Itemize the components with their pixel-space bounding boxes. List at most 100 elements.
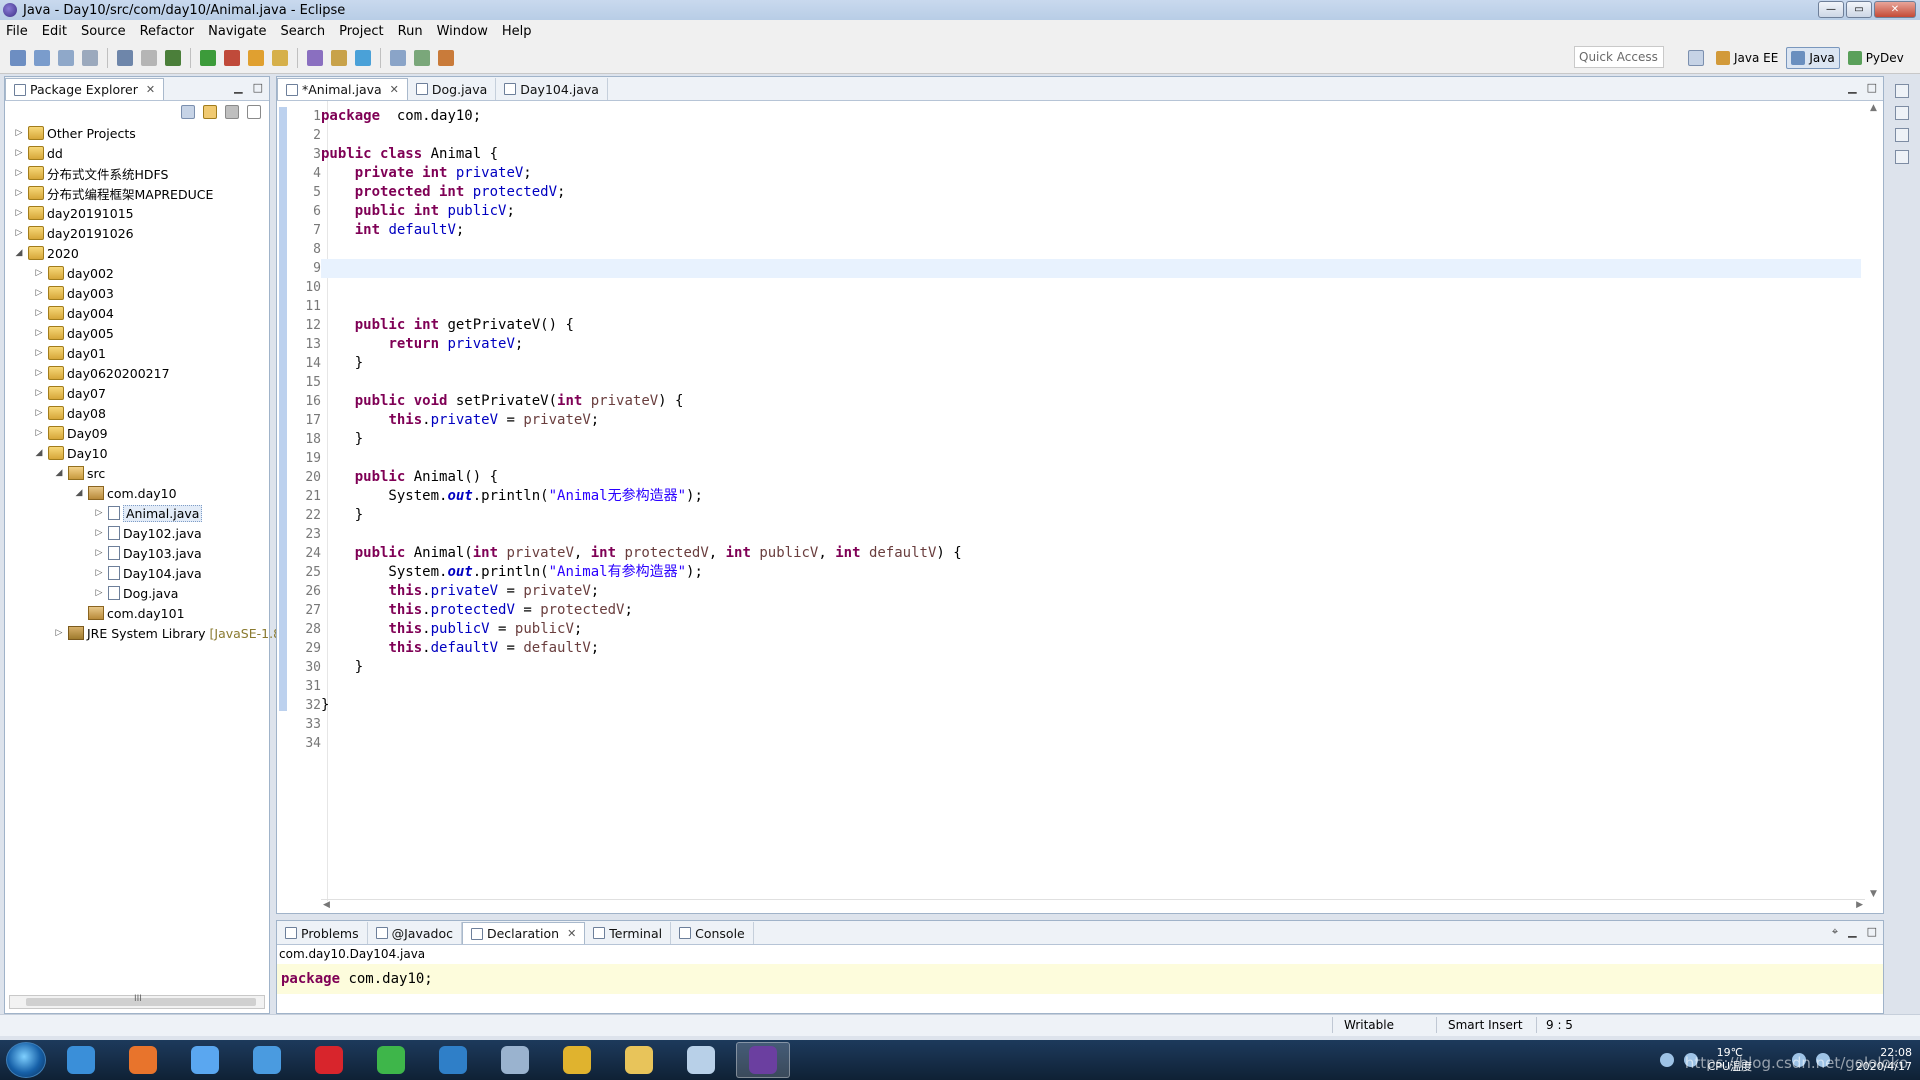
task-list-icon[interactable] (1895, 150, 1909, 164)
tree-item[interactable]: ▷ day01 (5, 343, 106, 363)
expand-arrow-icon[interactable]: ▷ (93, 528, 105, 538)
tree-item[interactable]: ▷ Dog.java (5, 583, 179, 603)
open-perspective-icon[interactable] (1688, 50, 1704, 66)
tree-item[interactable]: ▷ day20191026 (5, 223, 134, 243)
minimize-view-icon[interactable]: ▁ (1848, 925, 1856, 939)
taskbar-baidu-netdisk[interactable] (178, 1042, 232, 1078)
tree-item[interactable]: ▷ Day09 (5, 423, 108, 443)
tab-animal-java[interactable]: *Animal.java ✕ (277, 78, 408, 100)
code-line[interactable]: this.protectedV = protectedV; (321, 601, 1861, 620)
expand-arrow-icon[interactable]: ▷ (13, 228, 25, 238)
close-icon[interactable]: ✕ (390, 83, 399, 96)
tab-dog-java[interactable]: Dog.java (408, 78, 497, 100)
tree-item[interactable]: ▷ Day103.java (5, 543, 202, 563)
tree-item[interactable]: ▷ day003 (5, 283, 114, 303)
taskbar-ie[interactable] (54, 1042, 108, 1078)
taskbar-updater[interactable] (364, 1042, 418, 1078)
code-line[interactable]: package com.day10; (321, 107, 1861, 126)
tree-item[interactable]: ◢ src (5, 463, 106, 483)
toolbar-action-icon[interactable] (141, 49, 157, 66)
taskbar-notes[interactable] (674, 1042, 728, 1078)
tree-item[interactable]: ◢ 2020 (5, 243, 79, 263)
tree-item[interactable]: ▷ Other Projects (5, 123, 136, 143)
minimize-button[interactable]: — (1818, 1, 1844, 18)
toolbar-action-icon[interactable] (34, 49, 50, 66)
menu-refactor[interactable]: Refactor (140, 24, 195, 39)
toolbar-action-icon[interactable] (200, 49, 216, 66)
expand-arrow-icon[interactable]: ▷ (13, 188, 25, 198)
expand-arrow-icon[interactable]: ◢ (33, 448, 45, 458)
taskbar-ie2[interactable] (426, 1042, 480, 1078)
toolbar-action-icon[interactable] (10, 49, 26, 66)
taskbar-chrome[interactable] (550, 1042, 604, 1078)
expand-arrow-icon[interactable]: ▷ (93, 508, 105, 518)
code-line[interactable] (321, 734, 1861, 753)
quick-access-input[interactable]: Quick Access (1574, 46, 1664, 68)
code-line[interactable]: int defaultV; (321, 221, 1861, 240)
tree-item[interactable]: ▷ JRE System Library [JavaSE-1.8] (5, 623, 286, 643)
expand-arrow-icon[interactable]: ▷ (33, 388, 45, 398)
scroll-left-icon[interactable]: ◀ (323, 900, 330, 910)
code-line[interactable] (321, 297, 1861, 316)
editor-hscroll[interactable]: ◀ ▶ (321, 899, 1865, 913)
toolbar-action-icon[interactable] (272, 49, 288, 66)
expand-arrow-icon[interactable]: ▷ (33, 308, 45, 318)
expand-arrow-icon[interactable]: ▷ (13, 148, 25, 158)
perspective-java-ee[interactable]: Java EE (1712, 47, 1782, 69)
code-line[interactable]: public int publicV; (321, 202, 1861, 221)
toolbar-action-icon[interactable] (307, 49, 323, 66)
menu-source[interactable]: Source (81, 24, 126, 39)
close-icon[interactable]: ✕ (146, 83, 155, 96)
expand-arrow-icon[interactable]: ▷ (33, 268, 45, 278)
code-line[interactable]: public int getPrivateV() { (321, 316, 1861, 335)
editor-vscroll[interactable]: ▲ ▼ (1867, 101, 1881, 901)
code-line[interactable] (321, 525, 1861, 544)
tree-item[interactable]: ◢ com.day10 (5, 483, 177, 503)
toolbar-action-icon[interactable] (165, 49, 181, 66)
restore-icon[interactable] (1895, 84, 1909, 98)
taskbar-firefox[interactable] (116, 1042, 170, 1078)
taskbar-youdao[interactable] (302, 1042, 356, 1078)
tree-item[interactable]: ▷ day002 (5, 263, 114, 283)
toolbar-action-icon[interactable] (355, 49, 371, 66)
expand-arrow-icon[interactable]: ▷ (33, 348, 45, 358)
expand-arrow-icon[interactable]: ▷ (33, 428, 45, 438)
outline-icon[interactable] (1895, 106, 1909, 120)
code-line[interactable] (321, 449, 1861, 468)
minimize-view-icon[interactable]: ▁ (234, 81, 242, 94)
tab-javadoc[interactable]: @ Javadoc (368, 922, 462, 944)
code-line[interactable]: public Animal() { (321, 468, 1861, 487)
close-button[interactable]: ✕ (1874, 1, 1916, 18)
expand-arrow-icon[interactable]: ▷ (93, 548, 105, 558)
code-line[interactable]: public void setPrivateV(int privateV) { (321, 392, 1861, 411)
tree-item[interactable]: ▷ Day104.java (5, 563, 202, 583)
expand-arrow-icon[interactable]: ▷ (13, 168, 25, 178)
scroll-down-icon[interactable]: ▼ (1870, 889, 1877, 899)
perspective-java[interactable]: Java (1786, 47, 1840, 69)
code-line[interactable]: return privateV; (321, 335, 1861, 354)
scroll-right-icon[interactable]: ▶ (1856, 900, 1863, 910)
package-explorer-hscroll[interactable]: III (9, 994, 265, 1009)
expand-arrow-icon[interactable]: ▷ (33, 408, 45, 418)
tree-item[interactable]: ▷ day08 (5, 403, 106, 423)
toolbar-action-icon[interactable] (117, 49, 133, 66)
code-line[interactable]: System.out.println("Animal无参构造器"); (321, 487, 1861, 506)
code-line[interactable]: System.out.println("Animal有参构造器"); (321, 563, 1861, 582)
menu-search[interactable]: Search (280, 24, 325, 39)
code-line[interactable]: public class Animal { (321, 145, 1861, 164)
scroll-up-icon[interactable]: ▲ (1870, 103, 1877, 113)
maximize-button[interactable]: ▭ (1846, 1, 1872, 18)
view-menu-icon[interactable] (247, 105, 261, 119)
expand-arrow-icon[interactable]: ▷ (53, 628, 65, 638)
expand-arrow-icon[interactable]: ◢ (73, 488, 85, 498)
expand-arrow-icon[interactable]: ◢ (53, 468, 65, 478)
toolbar-action-icon[interactable] (438, 49, 454, 66)
tree-item[interactable]: ▷ day0620200217 (5, 363, 170, 383)
code-line[interactable] (321, 715, 1861, 734)
code-line[interactable] (321, 240, 1861, 259)
code-line[interactable]: this.defaultV = defaultV; (321, 639, 1861, 658)
code-line[interactable]: this.publicV = publicV; (321, 620, 1861, 639)
code-line[interactable]: this.privateV = privateV; (321, 582, 1861, 601)
tree-item[interactable]: com.day101 (5, 603, 185, 623)
tab-terminal[interactable]: Terminal (585, 922, 672, 944)
